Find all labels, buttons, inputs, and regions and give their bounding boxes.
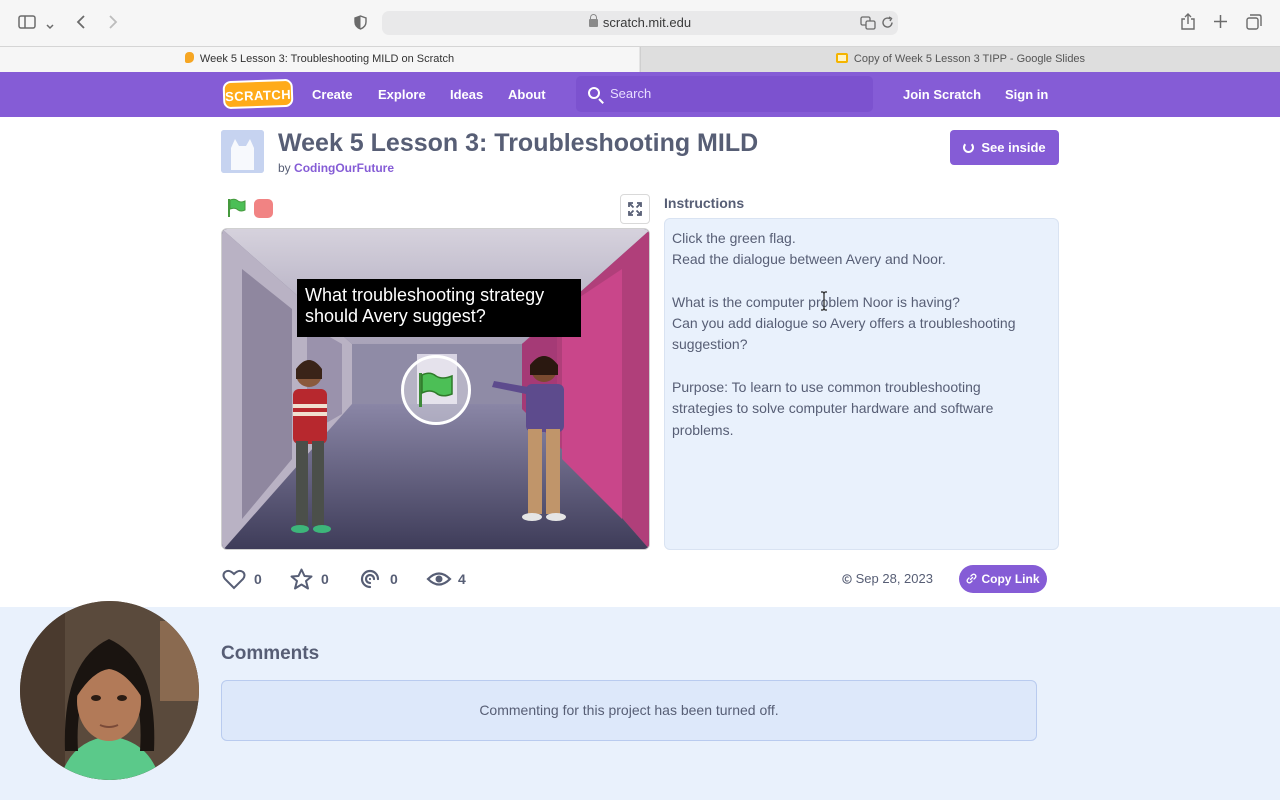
address-text: scratch.mit.edu (382, 11, 898, 35)
fullscreen-button[interactable] (620, 194, 650, 224)
copy-link-button[interactable]: Copy Link (959, 565, 1047, 593)
love-count: 0 (254, 571, 262, 587)
tab-scratch-project[interactable]: Week 5 Lesson 3: Troubleshooting MILD on… (0, 47, 639, 72)
slides-favicon-icon (835, 53, 848, 63)
text-cursor-icon (820, 291, 828, 311)
heart-icon (222, 569, 246, 590)
lock-icon (588, 14, 598, 27)
stage-speech-caption: What troubleshooting strategy should Ave… (297, 279, 581, 337)
stage-green-flag-overlay[interactable] (401, 355, 471, 425)
instruction-line: Click the green flag. (672, 230, 796, 246)
nav-explore[interactable]: Explore (378, 72, 426, 117)
scratch-favicon-icon (184, 52, 194, 63)
green-flag-icon (419, 372, 453, 407)
author-avatar[interactable] (221, 130, 264, 173)
nav-create[interactable]: Create (312, 72, 352, 117)
remix-stat: 0 (358, 568, 408, 590)
chevron-down-icon[interactable] (46, 18, 54, 34)
star-icon (290, 568, 313, 590)
scratch-logo[interactable]: SCRATCH (222, 78, 294, 110)
address-bar[interactable]: scratch.mit.edu (382, 11, 898, 35)
eye-icon (426, 572, 452, 586)
instruction-line (672, 356, 1051, 377)
comments-title: Comments (221, 643, 320, 664)
scratch-nav-bar: SCRATCH Create Explore Ideas About Join … (0, 72, 1280, 117)
presenter-webcam-image (20, 601, 199, 780)
fullscreen-icon (628, 202, 642, 216)
privacy-shield-icon[interactable] (354, 15, 367, 34)
new-tab-icon[interactable] (1214, 15, 1227, 32)
author-link[interactable]: CodingOurFuture (294, 161, 394, 175)
nav-ideas[interactable]: Ideas (450, 72, 483, 117)
nav-search (576, 76, 873, 112)
instruction-line: Can you add dialogue so Avery offers a t… (672, 315, 1016, 332)
join-scratch-link[interactable]: Join Scratch (903, 72, 981, 117)
favorite-count: 0 (321, 571, 329, 587)
project-byline: by CodingOurFuture (278, 161, 394, 175)
views-stat: 4 (426, 568, 476, 590)
tab-title: Week 5 Lesson 3: Troubleshooting MILD on… (199, 53, 455, 65)
project-stage[interactable]: What troubleshooting strategy should Ave… (221, 228, 650, 550)
translate-icon[interactable] (860, 16, 876, 34)
search-icon (588, 87, 600, 99)
share-date-text: Sep 28, 2023 (855, 571, 933, 586)
browser-toolbar: scratch.mit.edu (0, 0, 1280, 46)
reload-icon[interactable] (881, 16, 894, 33)
tab-bar: Week 5 Lesson 3: Troubleshooting MILD on… (0, 46, 1280, 72)
views-count: 4 (458, 571, 466, 587)
remix-arrows-icon (963, 142, 975, 153)
instruction-line: strategies to solve computer hardware an… (672, 400, 994, 417)
forward-icon[interactable] (108, 15, 118, 33)
tab-google-slides[interactable]: Copy of Week 5 Lesson 3 TIPP - Google Sl… (640, 47, 1280, 72)
instruction-line (672, 271, 1051, 292)
instruction-line: Purpose: To learn to use common troubles… (672, 379, 981, 396)
search-input[interactable] (610, 76, 860, 112)
nav-about[interactable]: About (508, 72, 546, 117)
link-icon (966, 573, 977, 584)
tab-overview-icon[interactable] (1246, 14, 1262, 34)
green-flag-icon[interactable] (226, 198, 246, 218)
back-icon[interactable] (76, 15, 86, 33)
instructions-panel: Click the green flag. Read the dialogue … (664, 218, 1059, 550)
sign-in-link[interactable]: Sign in (1005, 72, 1048, 117)
project-title: Week 5 Lesson 3: Troubleshooting MILD (278, 129, 759, 157)
love-stat[interactable]: 0 (222, 568, 272, 590)
favorite-stat[interactable]: 0 (289, 568, 339, 590)
see-inside-label: See inside (981, 140, 1046, 155)
instruction-line: suggestion? (672, 336, 748, 353)
url-text: scratch.mit.edu (602, 15, 692, 30)
remix-icon (360, 569, 380, 589)
comments-disabled-notice: Commenting for this project has been tur… (221, 680, 1037, 741)
sidebar-toggle-icon[interactable] (18, 15, 36, 33)
webcam-overlay (20, 601, 199, 780)
tab-title: Copy of Week 5 Lesson 3 TIPP - Google Sl… (853, 53, 1086, 65)
stop-icon[interactable] (254, 199, 273, 218)
copyright-icon (842, 574, 852, 584)
copy-link-label: Copy Link (981, 572, 1040, 586)
remix-count: 0 (390, 571, 398, 587)
instruction-line: problems. (672, 421, 734, 438)
instruction-line: What is the computer problem Noor is hav… (672, 293, 960, 310)
instruction-line: Read the dialogue between Avery and Noor… (672, 251, 946, 268)
see-inside-button[interactable]: See inside (950, 130, 1059, 165)
share-icon[interactable] (1181, 13, 1195, 34)
instructions-heading: Instructions (664, 195, 745, 211)
byline-prefix: by (278, 161, 291, 175)
share-date: Sep 28, 2023 (842, 571, 933, 586)
